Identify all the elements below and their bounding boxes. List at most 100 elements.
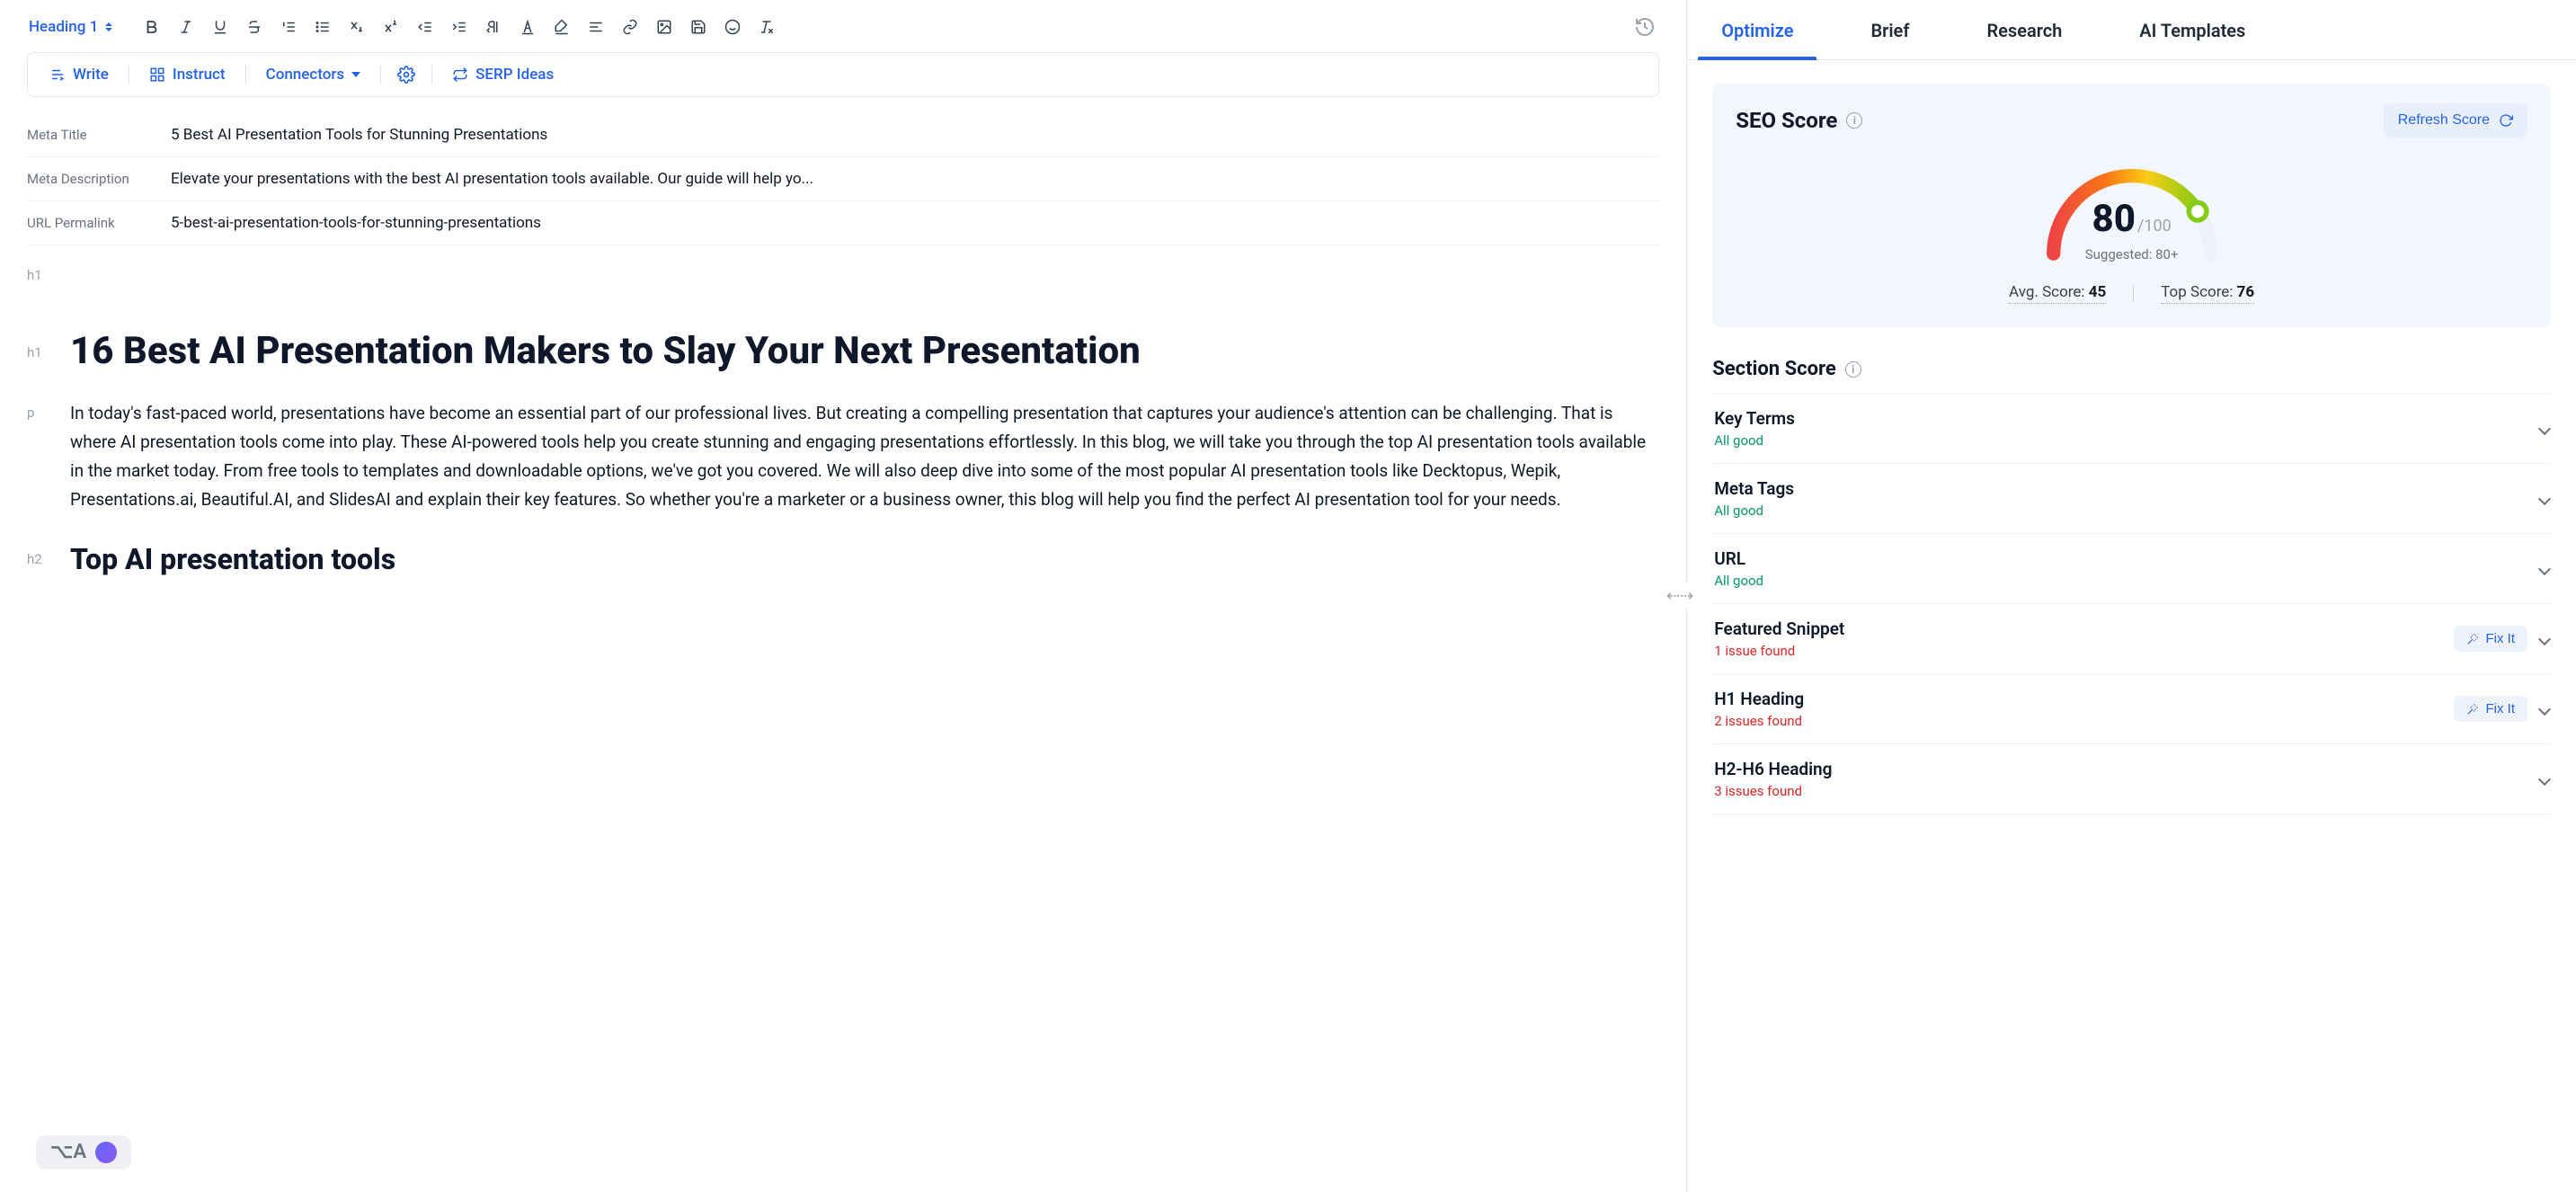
connectors-action[interactable]: Connectors	[257, 62, 370, 87]
write-action[interactable]: Write	[40, 62, 118, 87]
wand-icon	[2466, 703, 2479, 716]
save-button[interactable]	[686, 14, 711, 40]
section-item-name: H1 Heading	[1714, 689, 1804, 709]
chevron-down-icon[interactable]	[2538, 632, 2551, 645]
empty-h1-block[interactable]	[70, 262, 1659, 301]
chevron-down-icon[interactable]	[2538, 422, 2551, 434]
document-h2[interactable]: Top AI presentation tools	[70, 542, 1659, 576]
bold-button[interactable]	[139, 14, 164, 40]
chevron-down-icon[interactable]	[2538, 702, 2551, 715]
instruct-label: Instruct	[173, 66, 226, 84]
document-h1[interactable]: 16 Best AI Presentation Makers to Slay Y…	[70, 328, 1659, 376]
fix-it-button[interactable]: Fix It	[2454, 696, 2528, 722]
section-item-status: 2 issues found	[1714, 713, 1804, 729]
clear-format-button[interactable]	[754, 14, 779, 40]
chevron-down-icon[interactable]	[2538, 562, 2551, 574]
ordered-list-button[interactable]	[276, 14, 301, 40]
gutter-tag-h1: h1	[27, 262, 70, 283]
shortcut-text: ⌥A	[50, 1141, 86, 1163]
gear-icon	[397, 66, 415, 84]
heading-style-select[interactable]: Heading 1	[27, 14, 116, 40]
underline-button[interactable]	[208, 14, 233, 40]
document-body[interactable]: h1 h1 16 Best AI Presentation Makers to …	[0, 245, 1686, 628]
meta-description-value: Elevate your presentations with the best…	[171, 170, 813, 188]
refresh-score-button[interactable]: Refresh Score	[2384, 103, 2527, 138]
section-score-title: Section Score i	[1712, 358, 2551, 380]
seo-score-title: SEO Score i	[1736, 108, 1862, 133]
indent-button[interactable]	[447, 14, 472, 40]
shortcut-dot-icon	[95, 1142, 117, 1163]
caret-down-icon	[351, 72, 360, 77]
section-item-name: Meta Tags	[1714, 478, 1794, 499]
write-icon	[49, 67, 66, 83]
fix-it-button[interactable]: Fix It	[2454, 626, 2528, 652]
connectors-label: Connectors	[266, 66, 345, 84]
section-item-status: All good	[1714, 503, 1794, 519]
section-item-status: 3 issues found	[1714, 783, 1832, 799]
settings-action[interactable]	[392, 62, 421, 87]
meta-title-label: Meta Title	[27, 127, 171, 143]
section-item-name: URL	[1714, 548, 1763, 569]
top-score[interactable]: Top Score: 76	[2161, 283, 2254, 304]
side-tabs: Optimize Brief Research AI Templates	[1687, 0, 2576, 60]
section-item-status: 1 issue found	[1714, 643, 1844, 659]
section-item-name: H2-H6 Heading	[1714, 759, 1832, 779]
link-button[interactable]	[617, 14, 643, 40]
serp-label: SERP Ideas	[475, 66, 554, 84]
tab-ai-templates[interactable]: AI Templates	[2116, 0, 2269, 59]
superscript-button[interactable]	[378, 14, 404, 40]
history-button[interactable]	[1630, 13, 1659, 41]
tab-brief[interactable]: Brief	[1847, 0, 1932, 59]
text-color-button[interactable]	[515, 14, 540, 40]
seo-score-card: SEO Score i Refresh Score	[1712, 84, 2551, 327]
refresh-icon	[2499, 113, 2513, 128]
outdent-button[interactable]	[413, 14, 438, 40]
editor-toolbar: Heading 1	[0, 0, 1686, 52]
section-item[interactable]: Featured Snippet 1 issue found Fix It	[1712, 604, 2551, 674]
chevron-down-icon[interactable]	[2538, 492, 2551, 504]
section-item[interactable]: URLAll good	[1712, 534, 2551, 604]
chevron-down-icon[interactable]	[2538, 772, 2551, 785]
section-item[interactable]: Meta Tags All good	[1712, 464, 2551, 534]
refresh-label: Refresh Score	[2398, 112, 2490, 129]
tab-optimize[interactable]: Optimize	[1698, 0, 1817, 59]
info-icon[interactable]: i	[1845, 361, 1861, 378]
section-item-status: All good	[1714, 432, 1795, 449]
wand-icon	[2466, 633, 2479, 645]
document-paragraph[interactable]: In today's fast-paced world, presentatio…	[70, 399, 1659, 515]
pane-resize-handle[interactable]: ⇠⇢	[1663, 583, 1697, 609]
italic-button[interactable]	[173, 14, 199, 40]
section-item[interactable]: Key Terms All good	[1712, 393, 2551, 464]
avg-score[interactable]: Avg. Score: 45	[2009, 283, 2106, 304]
align-button[interactable]	[583, 14, 608, 40]
gutter-tag-h2: h2	[27, 542, 70, 567]
image-button[interactable]	[652, 14, 677, 40]
meta-description-row[interactable]: Meta Description Elevate your presentati…	[27, 157, 1659, 201]
section-item-name: Key Terms	[1714, 408, 1795, 429]
meta-fields: Meta Title 5 Best AI Presentation Tools …	[0, 108, 1686, 245]
keyboard-shortcut-badge[interactable]: ⌥A	[36, 1135, 131, 1169]
section-item[interactable]: H1 Heading 2 issues found Fix It	[1712, 674, 2551, 744]
subscript-button[interactable]	[344, 14, 369, 40]
meta-url-row[interactable]: URL Permalink 5-best-ai-presentation-too…	[27, 201, 1659, 245]
seo-gauge: 80/100 Suggested: 80+	[2029, 156, 2235, 263]
info-icon[interactable]: i	[1846, 112, 1862, 129]
meta-title-row[interactable]: Meta Title 5 Best AI Presentation Tools …	[27, 113, 1659, 157]
serp-icon	[452, 67, 468, 83]
highlight-button[interactable]	[549, 14, 574, 40]
unordered-list-button[interactable]	[310, 14, 335, 40]
instruct-icon	[149, 67, 165, 83]
section-item[interactable]: H2-H6 Heading 3 issues found	[1712, 744, 2551, 814]
paragraph-direction-button[interactable]	[481, 14, 506, 40]
seo-footer-stats: Avg. Score: 45 Top Score: 76	[2009, 283, 2254, 304]
gutter-tag-p: p	[27, 399, 70, 421]
meta-url-label: URL Permalink	[27, 215, 171, 231]
caret-updown-icon	[105, 21, 114, 33]
emoji-button[interactable]	[720, 14, 745, 40]
instruct-action[interactable]: Instruct	[140, 62, 235, 87]
tab-research[interactable]: Research	[1963, 0, 2085, 59]
ai-actions-bar: Write Instruct Connectors SERP Ideas	[27, 52, 1659, 97]
serp-ideas-action[interactable]: SERP Ideas	[443, 62, 563, 87]
section-item-name: Featured Snippet	[1714, 618, 1844, 639]
strikethrough-button[interactable]	[242, 14, 267, 40]
